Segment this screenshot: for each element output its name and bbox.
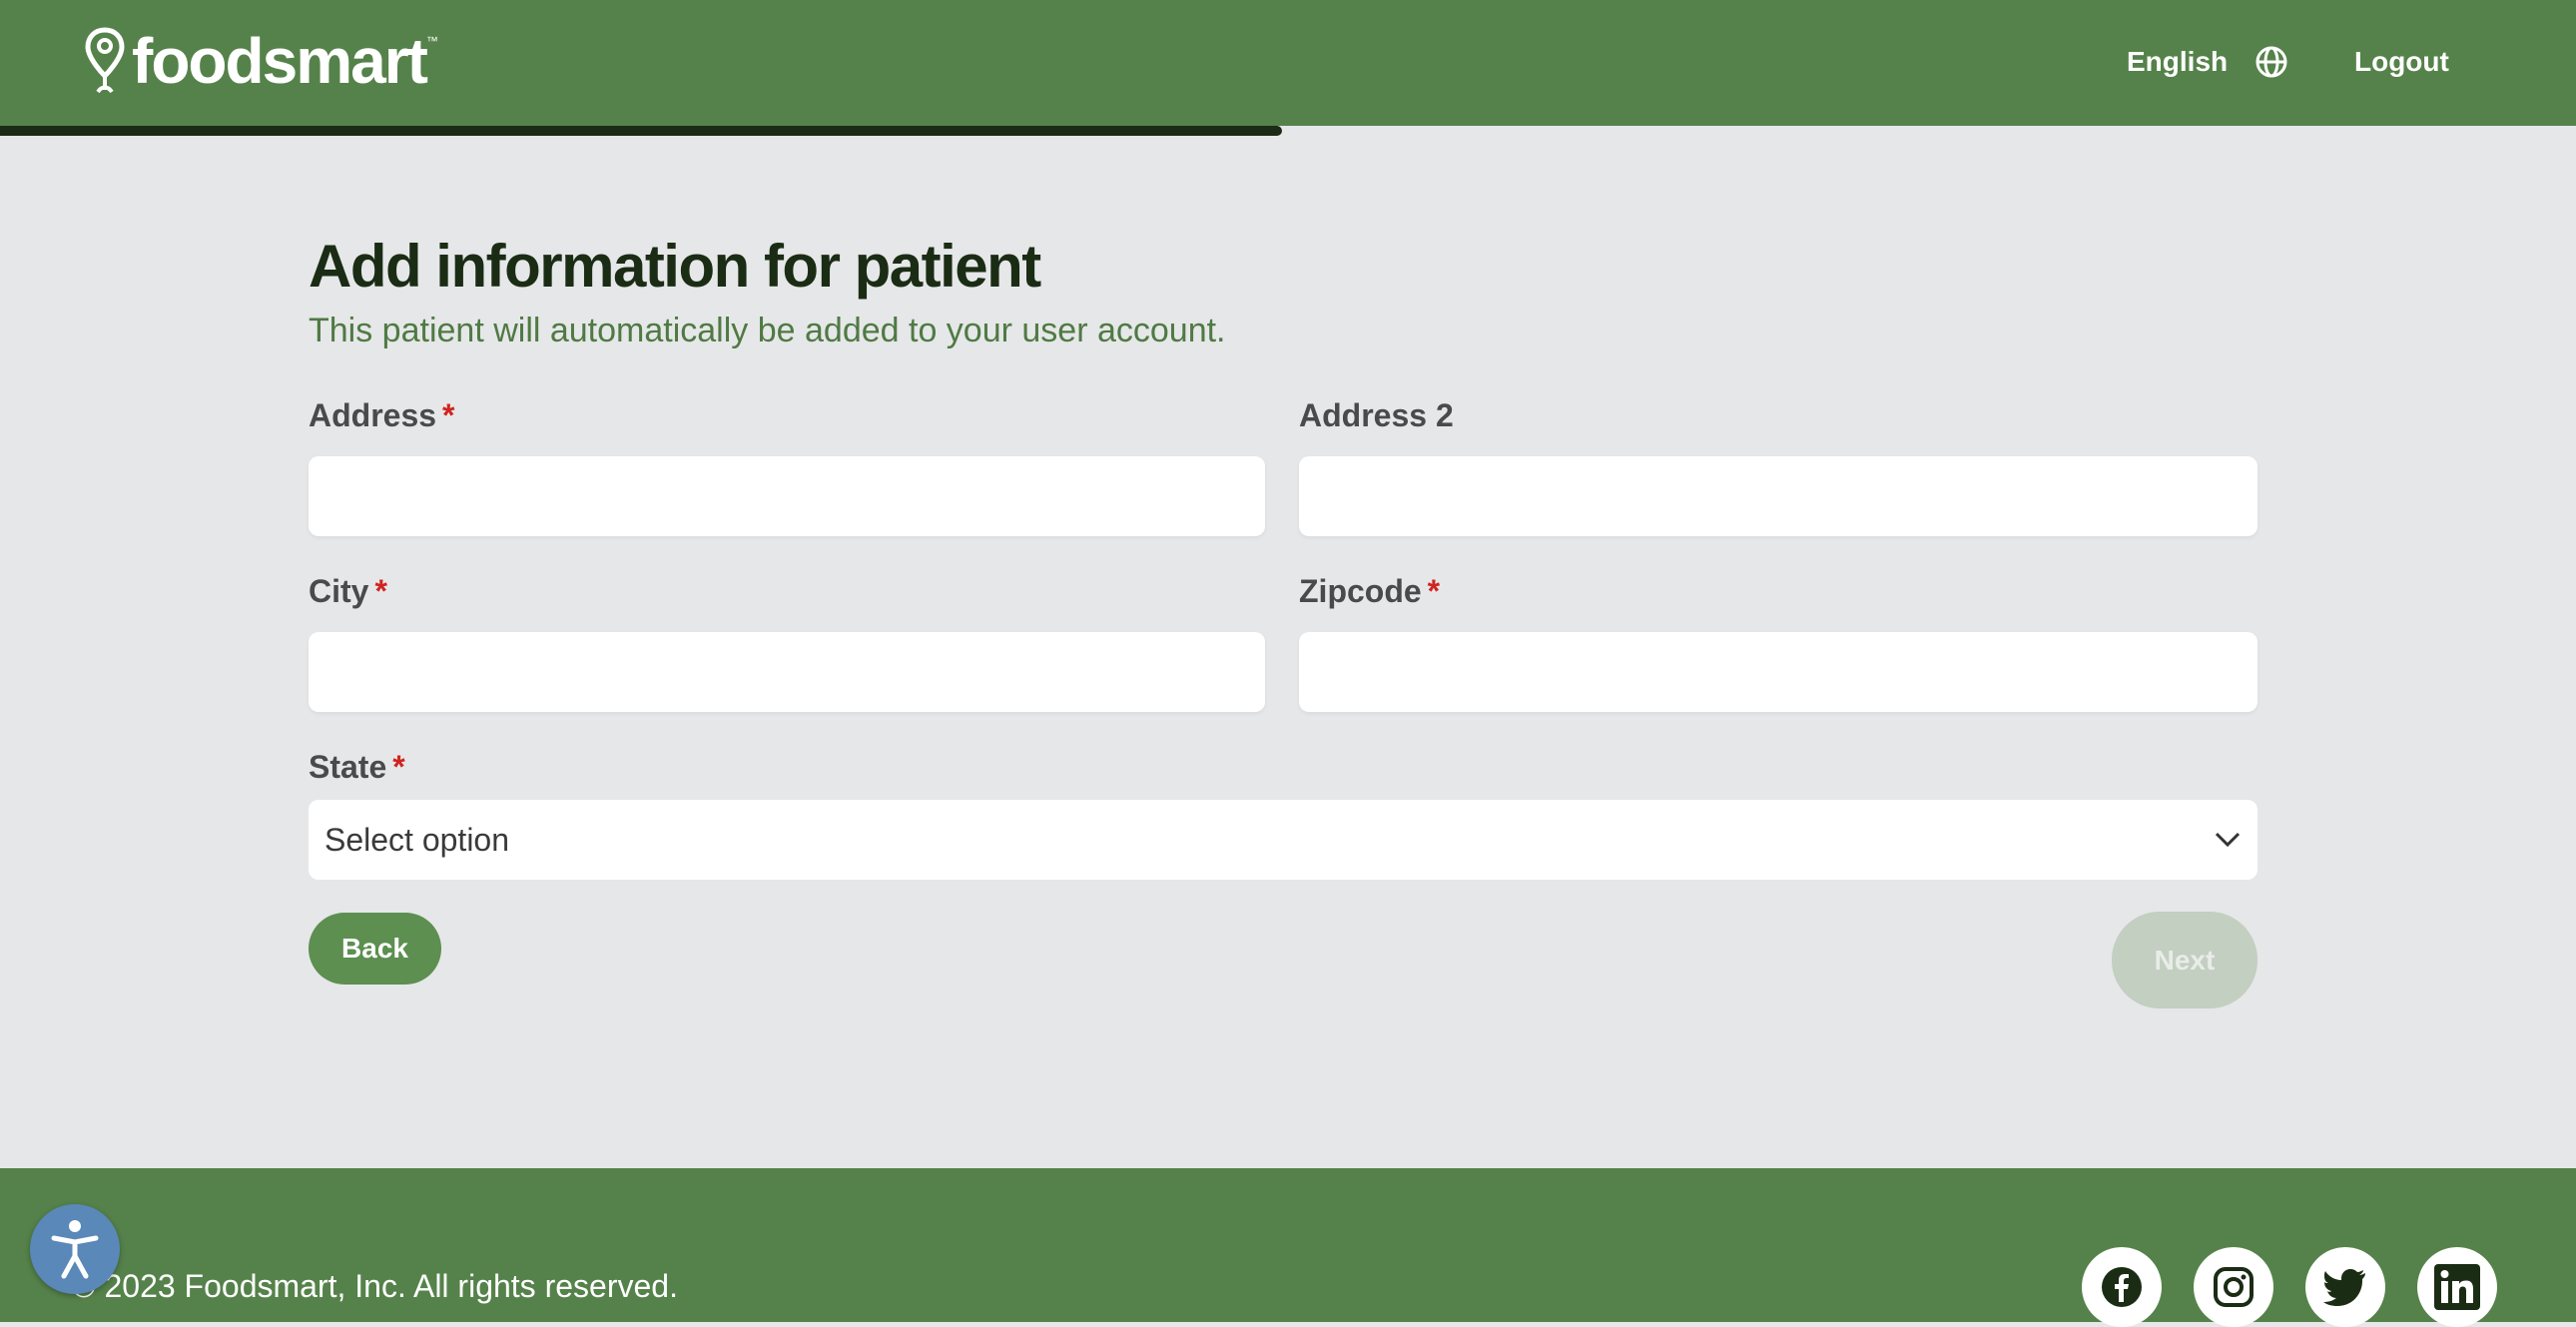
facebook-link[interactable] <box>2082 1247 2162 1327</box>
accessibility-button[interactable] <box>30 1204 120 1294</box>
state-select[interactable]: Select option <box>309 800 2257 880</box>
zipcode-input[interactable] <box>1299 632 2257 712</box>
chevron-down-icon <box>2215 832 2241 848</box>
next-button[interactable]: Next <box>2112 912 2257 1008</box>
required-marker: * <box>392 749 405 785</box>
page-title: Add information for patient <box>309 233 1041 300</box>
linkedin-icon <box>2434 1264 2480 1310</box>
linkedin-link[interactable] <box>2417 1247 2497 1327</box>
zipcode-label: Zipcode * <box>1299 573 1440 610</box>
city-label-text: City <box>309 573 369 609</box>
progress-bar <box>0 126 1282 136</box>
top-header: foodsmart ™ English Logout <box>0 0 2576 126</box>
city-label: City * <box>309 573 387 610</box>
language-label: English <box>2127 46 2229 77</box>
logout-link[interactable]: Logout <box>2354 42 2449 82</box>
globe-icon <box>2255 46 2287 78</box>
address-label: Address * <box>309 397 455 434</box>
copyright-text: © 2023 Foodsmart, Inc. All rights reserv… <box>72 1268 678 1304</box>
address2-input[interactable] <box>1299 456 2257 536</box>
zipcode-label-text: Zipcode <box>1299 573 1422 609</box>
city-input[interactable] <box>309 632 1265 712</box>
foodsmart-logo[interactable]: foodsmart ™ <box>84 26 438 96</box>
trademark: ™ <box>425 34 438 48</box>
language-selector[interactable]: English <box>2127 42 2287 82</box>
accessibility-icon <box>51 1220 99 1279</box>
instagram-link[interactable] <box>2194 1247 2273 1327</box>
required-marker: * <box>442 397 455 433</box>
address2-label-text: Address 2 <box>1299 397 1454 433</box>
twitter-link[interactable] <box>2305 1247 2385 1327</box>
address-label-text: Address <box>309 397 437 433</box>
required-marker: * <box>1427 573 1441 609</box>
state-label-text: State <box>309 749 387 785</box>
page-subtitle: This patient will automatically be added… <box>309 312 1226 349</box>
address-input[interactable] <box>309 456 1265 536</box>
location-pin-icon <box>85 27 125 94</box>
facebook-icon <box>2102 1267 2142 1307</box>
twitter-icon <box>2323 1269 2365 1306</box>
required-marker: * <box>374 573 387 609</box>
back-button[interactable]: Back <box>309 913 441 985</box>
state-label: State * <box>309 749 405 786</box>
state-select-value: Select option <box>324 821 510 858</box>
address2-label: Address 2 <box>1299 397 1454 434</box>
brand-name: foodsmart <box>132 25 428 97</box>
instagram-icon <box>2214 1267 2254 1307</box>
